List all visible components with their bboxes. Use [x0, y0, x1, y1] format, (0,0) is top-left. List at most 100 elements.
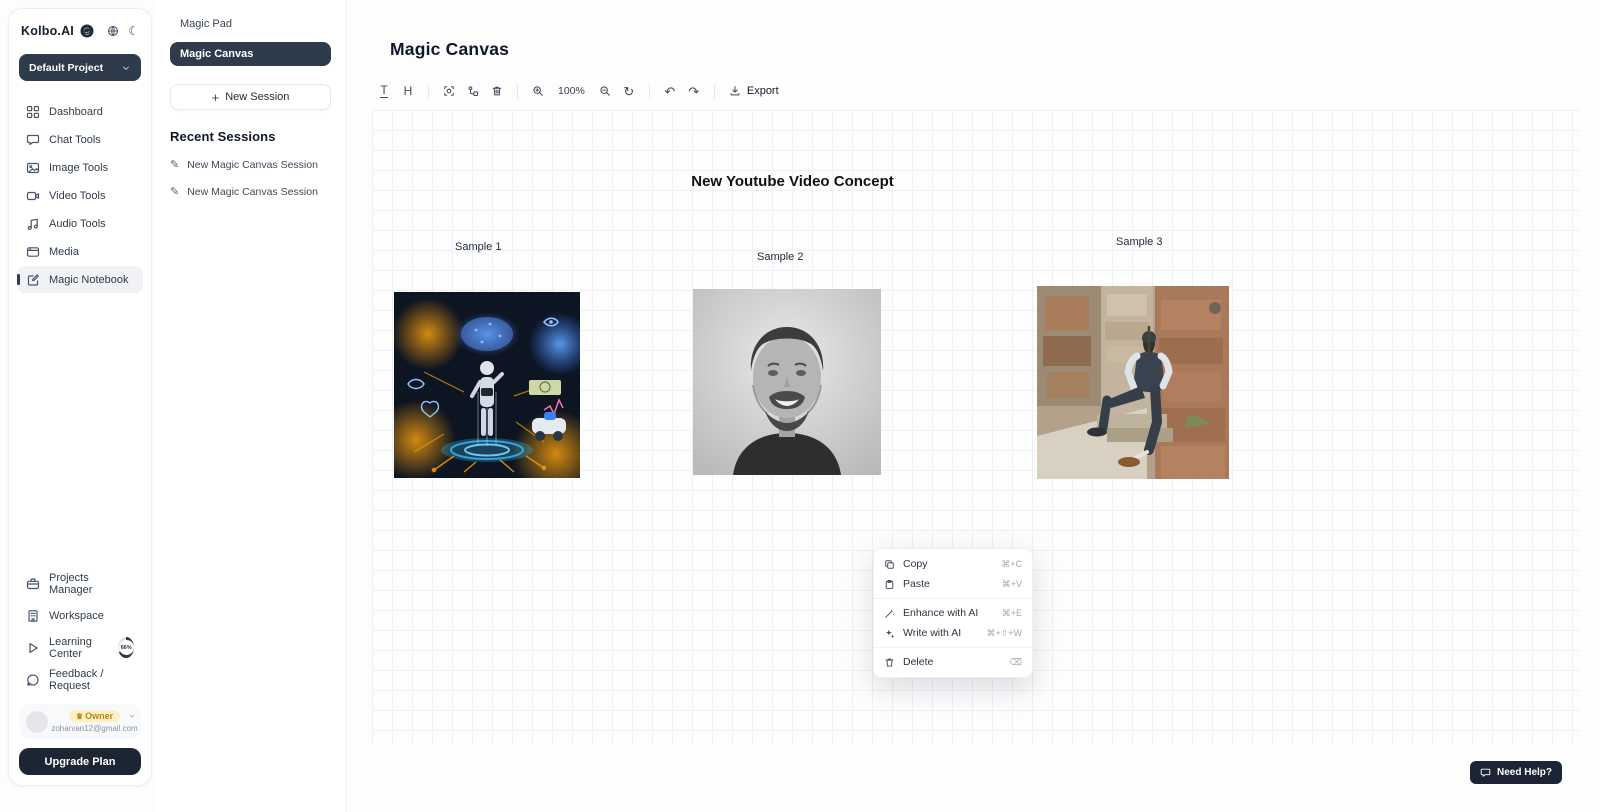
- zoom-out-button[interactable]: [593, 79, 617, 103]
- sidebar-item-feedback-request[interactable]: Feedback / Request: [17, 665, 143, 694]
- sidebar-item-projects-manager[interactable]: Projects Manager: [17, 569, 143, 598]
- pencil-icon: ✎: [170, 158, 179, 171]
- sample-2-image[interactable]: [693, 289, 881, 475]
- crown-icon: ♛: [76, 712, 83, 721]
- need-help-button[interactable]: Need Help?: [1470, 761, 1562, 784]
- page-title: Magic Canvas: [390, 39, 509, 60]
- sidebar-item-label: Learning Center: [49, 636, 107, 660]
- sample-2-label[interactable]: Sample 2: [757, 251, 803, 263]
- sidebar-item-workspace[interactable]: Workspace: [17, 601, 143, 630]
- learning-progress-value: 66%: [119, 640, 134, 655]
- sample-3-label[interactable]: Sample 3: [1116, 236, 1162, 248]
- upgrade-plan-button[interactable]: Upgrade Plan: [19, 748, 141, 775]
- canvas-heading[interactable]: New Youtube Video Concept: [690, 173, 895, 190]
- sidebar-nav: Dashboard Chat Tools Image Tools Video T…: [17, 98, 143, 293]
- rotate-icon: ↻: [623, 85, 634, 98]
- context-menu-item-write-with-ai[interactable]: Write with AI ⌘+⇧+W: [874, 623, 1032, 643]
- chevron-down-icon: [121, 63, 131, 73]
- help-chat-icon: [1480, 767, 1491, 778]
- select-area-button[interactable]: [437, 79, 461, 103]
- redo-icon: ↷: [688, 85, 699, 98]
- zoom-level-value[interactable]: 100%: [550, 85, 593, 97]
- owner-badge-label: Owner: [85, 711, 113, 721]
- sample-1-image[interactable]: [394, 292, 580, 478]
- dark-mode-moon-icon[interactable]: ☾: [128, 25, 139, 37]
- text-tool-button[interactable]: T: [372, 79, 396, 103]
- zoom-in-button[interactable]: [526, 79, 550, 103]
- context-menu-divider: [874, 598, 1032, 599]
- sidebar-item-label: Media: [49, 246, 79, 258]
- project-selector[interactable]: Default Project: [19, 54, 141, 81]
- app-logo: Kolbo.AI: [21, 24, 74, 38]
- session-item[interactable]: ✎ New Magic Canvas Session: [170, 158, 331, 171]
- sidebar-item-label: Projects Manager: [49, 572, 134, 596]
- sidebar-item-media[interactable]: Media: [17, 238, 143, 265]
- heading-tool-icon: H: [404, 85, 413, 97]
- sidebar-item-label: Audio Tools: [49, 218, 106, 230]
- sidebar-item-image-tools[interactable]: Image Tools: [17, 154, 143, 181]
- main-area: Magic Canvas T H 100% ↻ ↶ ↷ Export: [347, 0, 1600, 812]
- paste-clipboard-icon: [884, 579, 895, 590]
- context-item-shortcut: ⌘+V: [1002, 579, 1022, 590]
- pencil-icon: ✎: [170, 185, 179, 198]
- context-menu-item-copy[interactable]: Copy ⌘+C: [874, 554, 1032, 574]
- user-email: zoharvan12@gmail.com: [51, 724, 137, 733]
- connector-tool-button[interactable]: [461, 79, 485, 103]
- text-tool-icon: T: [380, 84, 387, 98]
- heading-tool-button[interactable]: H: [396, 79, 420, 103]
- sidebar-item-learning-center[interactable]: Learning Center 66%: [17, 633, 143, 662]
- sample-1-label[interactable]: Sample 1: [455, 241, 501, 253]
- panel-item-magic-canvas[interactable]: Magic Canvas: [170, 42, 331, 66]
- brain-logo-icon: [79, 23, 95, 39]
- context-menu-divider: [874, 647, 1032, 648]
- session-item[interactable]: ✎ New Magic Canvas Session: [170, 185, 331, 198]
- new-session-button[interactable]: + New Session: [170, 84, 331, 110]
- redo-button[interactable]: ↷: [682, 79, 706, 103]
- learning-progress-ring: 66%: [118, 637, 134, 658]
- context-item-shortcut: ⌘+⇧+W: [986, 628, 1022, 639]
- export-label: Export: [747, 85, 779, 97]
- export-button[interactable]: Export: [723, 85, 785, 97]
- play-icon: [26, 641, 40, 655]
- sidebar-item-magic-notebook[interactable]: Magic Notebook: [17, 266, 143, 293]
- delete-tool-button[interactable]: [485, 79, 509, 103]
- sidebar-item-label: Magic Notebook: [49, 274, 129, 286]
- context-item-shortcut: ⌫: [1009, 657, 1022, 668]
- primary-sidebar: Kolbo.AI ☾ Default Project Dashboard Cha…: [8, 8, 152, 786]
- plus-icon: +: [212, 90, 220, 105]
- canvas-workspace[interactable]: New Youtube Video Concept Sample 1 Sampl…: [372, 110, 1580, 744]
- context-item-label: Write with AI: [903, 627, 978, 639]
- workflow-nodes-icon: [467, 85, 479, 97]
- sample-3-image[interactable]: [1037, 286, 1229, 479]
- context-menu-item-delete[interactable]: Delete ⌫: [874, 652, 1032, 672]
- music-note-icon: [26, 217, 40, 231]
- sidebar-item-video-tools[interactable]: Video Tools: [17, 182, 143, 209]
- context-item-label: Copy: [903, 558, 993, 570]
- building-icon: [26, 609, 40, 623]
- magic-wand-icon: [884, 608, 895, 619]
- sidebar-item-dashboard[interactable]: Dashboard: [17, 98, 143, 125]
- user-account-card[interactable]: ♛ Owner zoharvan12@gmail.com: [19, 704, 141, 739]
- undo-icon: ↶: [664, 85, 675, 98]
- sidebar-item-label: Image Tools: [49, 162, 108, 174]
- sidebar-item-label: Video Tools: [49, 190, 105, 202]
- session-label: New Magic Canvas Session: [187, 186, 318, 198]
- sidebar-item-audio-tools[interactable]: Audio Tools: [17, 210, 143, 237]
- undo-button[interactable]: ↶: [658, 79, 682, 103]
- reset-view-button[interactable]: ↻: [617, 79, 641, 103]
- context-item-label: Delete: [903, 656, 1001, 668]
- briefcase-icon: [26, 577, 40, 591]
- session-label: New Magic Canvas Session: [187, 159, 318, 171]
- panel-item-magic-pad[interactable]: Magic Pad: [170, 14, 331, 36]
- image-icon: [26, 161, 40, 175]
- trash-icon: [884, 657, 895, 668]
- context-menu: Copy ⌘+C Paste ⌘+V Enhance with AI ⌘+E W…: [873, 548, 1033, 678]
- new-session-label: New Session: [225, 91, 289, 103]
- toolbar-divider: [517, 84, 518, 99]
- context-menu-item-enhance-with-ai[interactable]: Enhance with AI ⌘+E: [874, 603, 1032, 623]
- context-menu-item-paste[interactable]: Paste ⌘+V: [874, 574, 1032, 594]
- sidebar-item-chat-tools[interactable]: Chat Tools: [17, 126, 143, 153]
- context-item-label: Paste: [903, 578, 994, 590]
- toolbar-divider: [649, 84, 650, 99]
- language-globe-icon[interactable]: [107, 25, 119, 37]
